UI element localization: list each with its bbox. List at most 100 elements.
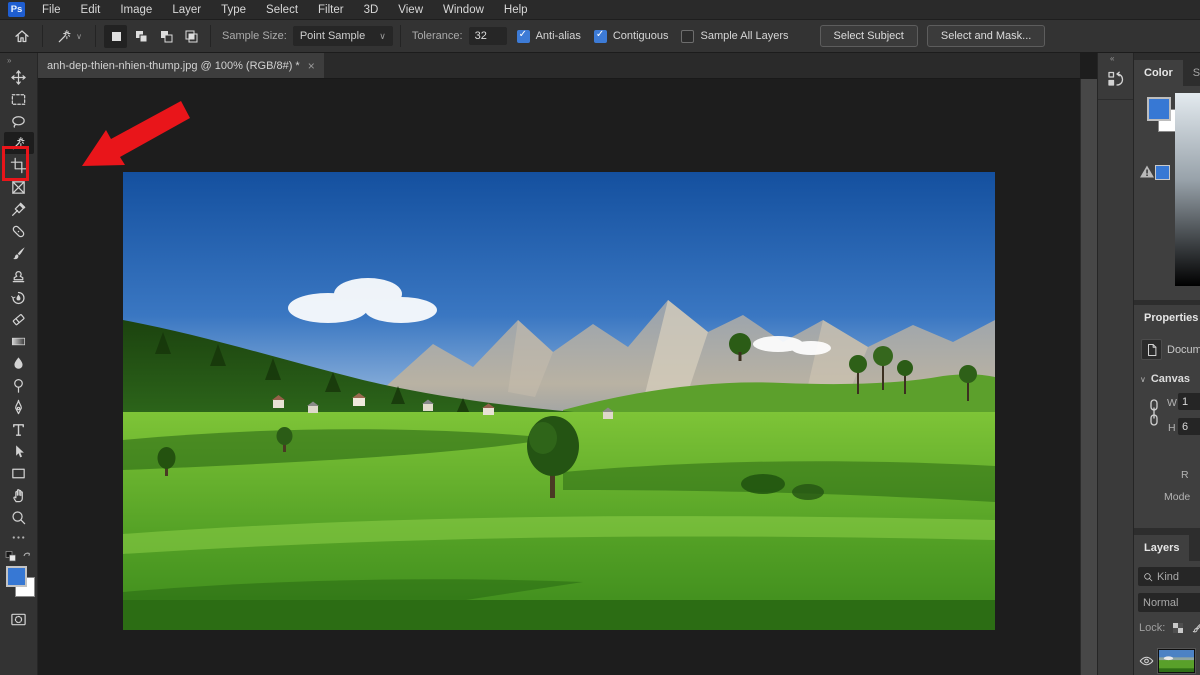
intersect-selection-mode-button[interactable] — [179, 25, 202, 48]
checkbox-unchecked-icon[interactable] — [681, 30, 694, 43]
menu-filter[interactable]: Filter — [308, 4, 354, 16]
link-dimensions-icon[interactable] — [1146, 397, 1162, 429]
menu-view[interactable]: View — [388, 4, 433, 16]
options-bar: ∨ Sample Size: Point Sample ∨ Tolerance:… — [0, 20, 1200, 53]
photoshop-logo: Ps — [8, 2, 25, 17]
search-icon — [1143, 572, 1153, 582]
gamut-color-swatch[interactable] — [1155, 165, 1170, 180]
tool-rectangle-shape[interactable] — [4, 462, 34, 484]
document-tab[interactable]: anh-dep-thien-nhien-thump.jpg @ 100% (RG… — [38, 53, 324, 78]
blend-mode-value: Normal — [1143, 597, 1178, 609]
checkbox-checked-icon[interactable] — [517, 30, 530, 43]
eyedropper-icon — [10, 201, 27, 218]
height-input[interactable]: 6 — [1178, 418, 1200, 435]
annotation-highlight-box — [2, 146, 29, 181]
tab-properties[interactable]: Properties — [1134, 305, 1200, 331]
vertical-scrollbar[interactable] — [1080, 79, 1097, 675]
document-properties-label: Document — [1167, 344, 1200, 356]
foreground-color-swatch[interactable] — [6, 566, 27, 587]
lasso-icon — [10, 113, 27, 130]
tool-type[interactable] — [4, 418, 34, 440]
history-brush-icon — [10, 289, 27, 306]
layer-row[interactable] — [1134, 645, 1200, 675]
layer-filter-search[interactable]: Kind — [1138, 567, 1200, 586]
blend-mode-dropdown[interactable]: Normal — [1138, 593, 1200, 612]
divider — [1098, 99, 1133, 100]
new-selection-icon — [108, 28, 124, 44]
tool-pen[interactable] — [4, 396, 34, 418]
anti-alias-checkbox-row[interactable]: Anti-alias — [517, 30, 581, 43]
tolerance-label: Tolerance: — [412, 30, 463, 42]
menu-window[interactable]: Window — [433, 4, 494, 16]
tool-edit-toolbar[interactable] — [4, 528, 34, 546]
move-icon — [10, 69, 27, 86]
menu-type[interactable]: Type — [211, 4, 256, 16]
layer-visibility-toggle[interactable] — [1134, 655, 1158, 667]
tool-hand[interactable] — [4, 484, 34, 506]
subtract-from-selection-mode-button[interactable] — [154, 25, 177, 48]
home-button[interactable] — [9, 24, 35, 48]
tab-swatches[interactable]: Swatches — [1183, 60, 1200, 86]
tool-rectangular-marquee[interactable] — [4, 88, 34, 110]
width-input[interactable]: 1 — [1178, 393, 1200, 410]
lock-pixels-brush-icon[interactable] — [1191, 621, 1200, 634]
menu-help[interactable]: Help — [494, 4, 538, 16]
contiguous-label: Contiguous — [613, 30, 669, 42]
tool-path-selection[interactable] — [4, 440, 34, 462]
divider — [210, 25, 211, 47]
menu-3d[interactable]: 3D — [354, 4, 389, 16]
color-ramp[interactable] — [1175, 93, 1200, 286]
layer-thumbnail[interactable] — [1158, 649, 1195, 673]
checkbox-checked-icon[interactable] — [594, 30, 607, 43]
add-selection-icon — [133, 28, 149, 44]
menu-edit[interactable]: Edit — [71, 4, 111, 16]
foreground-color-swatch[interactable] — [1147, 97, 1171, 121]
tab-color[interactable]: Color — [1134, 60, 1183, 86]
sample-all-layers-checkbox-row[interactable]: Sample All Layers — [681, 30, 788, 43]
new-selection-mode-button[interactable] — [104, 25, 127, 48]
close-icon[interactable]: × — [308, 59, 315, 73]
menu-layer[interactable]: Layer — [162, 4, 211, 16]
add-to-selection-mode-button[interactable] — [129, 25, 152, 48]
tool-gradient[interactable] — [4, 330, 34, 352]
tool-spot-healing-brush[interactable] — [4, 220, 34, 242]
menu-image[interactable]: Image — [110, 4, 162, 16]
tab-layers[interactable]: Layers — [1134, 535, 1189, 561]
lock-transparency-icon[interactable] — [1172, 622, 1184, 634]
document-properties-button[interactable] — [1141, 339, 1162, 360]
contiguous-checkbox-row[interactable]: Contiguous — [594, 30, 669, 43]
tool-history-brush[interactable] — [4, 286, 34, 308]
chevron-down-icon: ∨ — [1140, 375, 1146, 384]
tool-brush[interactable] — [4, 242, 34, 264]
tool-lasso[interactable] — [4, 110, 34, 132]
history-panel-button[interactable] — [1103, 66, 1129, 92]
magnifier-icon — [10, 509, 27, 526]
canvas-section-header[interactable]: ∨Canvas — [1140, 373, 1190, 385]
menu-select[interactable]: Select — [256, 4, 308, 16]
divider — [42, 25, 43, 47]
quick-mask-mode-button[interactable] — [4, 608, 34, 630]
select-subject-button[interactable]: Select Subject — [820, 25, 918, 47]
menu-file[interactable]: File — [32, 4, 71, 16]
subtract-selection-icon — [158, 28, 174, 44]
tool-move[interactable] — [4, 66, 34, 88]
sample-size-dropdown[interactable]: Point Sample ∨ — [293, 26, 393, 46]
tool-preset-button[interactable]: ∨ — [50, 24, 88, 48]
document-tab-bar: anh-dep-thien-nhien-thump.jpg @ 100% (RG… — [38, 53, 1080, 79]
tool-blur[interactable] — [4, 352, 34, 374]
default-colors-and-swap-icon[interactable] — [4, 550, 34, 564]
tool-eyedropper[interactable] — [4, 198, 34, 220]
panel-icon-dock: « — [1097, 53, 1133, 675]
tool-clone-stamp[interactable] — [4, 264, 34, 286]
tolerance-input[interactable]: 32 — [469, 27, 507, 45]
tool-zoom[interactable] — [4, 506, 34, 528]
select-and-mask-button[interactable]: Select and Mask... — [927, 25, 1046, 47]
tab-channels[interactable]: Channels — [1189, 535, 1200, 561]
toolbar-collapse-icon[interactable]: » — [0, 53, 12, 66]
annotation-arrow — [70, 100, 205, 175]
tool-dodge[interactable] — [4, 374, 34, 396]
photo-landscape[interactable] — [123, 172, 995, 630]
tool-eraser[interactable] — [4, 308, 34, 330]
dock-collapse-icon[interactable]: « — [1110, 54, 1115, 63]
gamut-warning-icon[interactable] — [1139, 164, 1155, 179]
